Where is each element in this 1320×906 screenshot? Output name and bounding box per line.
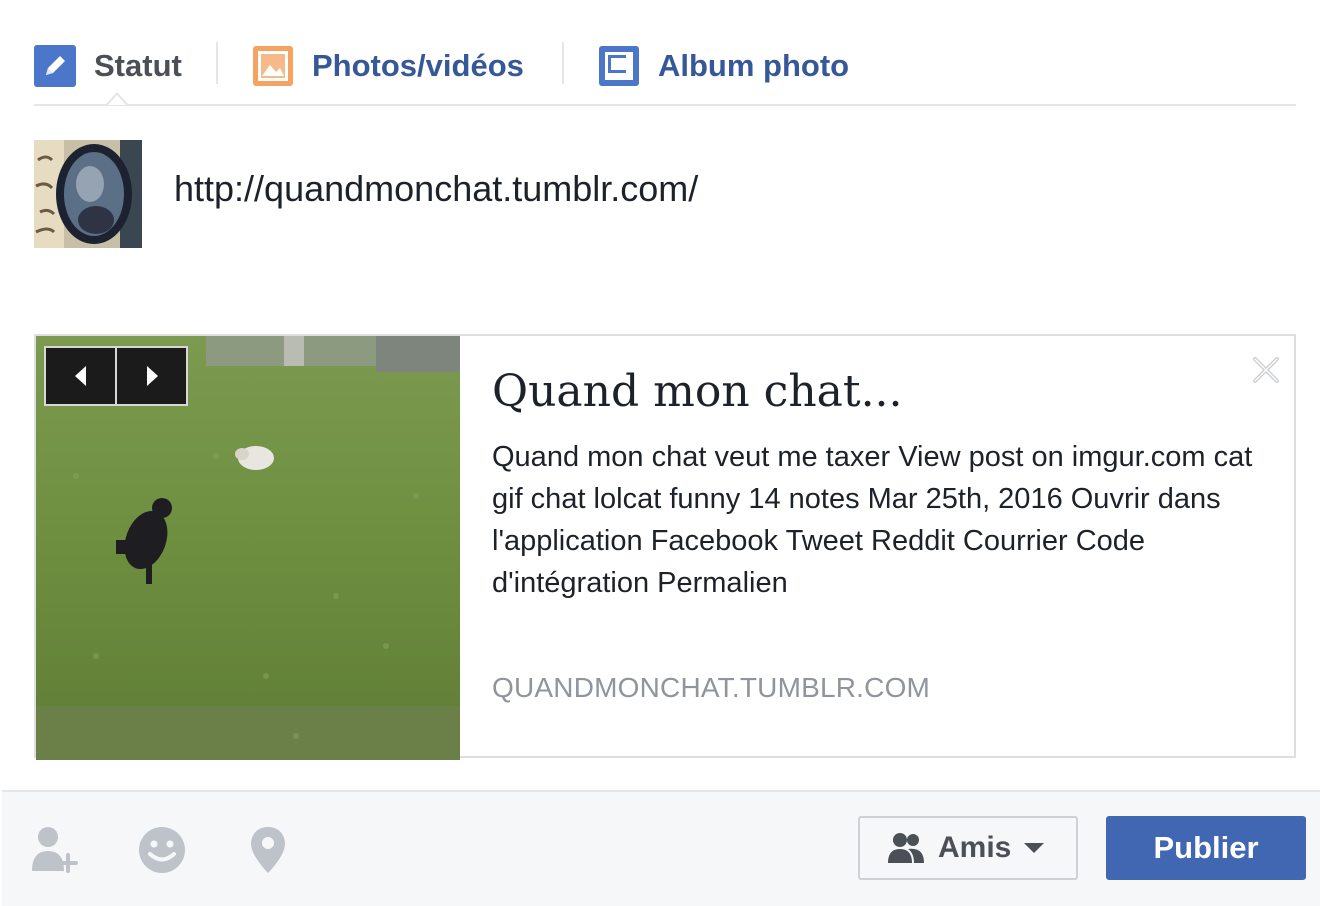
tag-friends-button[interactable] [28,822,84,878]
tab-photos-videos[interactable]: Photos/vidéos [252,40,524,92]
pencil-icon [34,45,76,87]
friends-icon [886,831,926,865]
close-icon [1253,357,1279,383]
prev-image-button[interactable] [46,348,115,404]
carousel-nav [44,346,188,406]
preview-domain: QUANDMONCHAT.TUMBLR.COM [492,672,931,703]
active-tab-caret [106,92,128,105]
next-image-button[interactable] [115,348,186,404]
tab-album-photo[interactable]: Album photo [598,40,849,92]
feeling-button[interactable] [134,822,190,878]
arrow-right-icon [146,366,158,386]
preview-title[interactable]: Quand mon chat... [492,366,903,417]
preview-image[interactable] [36,336,460,760]
add-person-icon [32,827,78,873]
tab-photos-label: Photos/vidéos [312,48,524,83]
tab-statut-label: Statut [94,48,182,83]
tab-album-label: Album photo [658,48,850,83]
composer-footer: Amis Publier [2,790,1320,906]
avatar[interactable] [34,140,142,248]
link-preview-card: Quand mon chat... Quand mon chat veut me… [34,334,1296,760]
check-in-button[interactable] [240,822,296,878]
smiley-icon [139,827,185,873]
publish-button[interactable]: Publier [1106,816,1306,880]
tab-divider [216,42,218,84]
audience-label: Amis [938,831,1012,864]
audience-selector[interactable]: Amis [858,816,1078,880]
tab-statut[interactable]: Statut [34,40,182,92]
preview-body: Quand mon chat... Quand mon chat veut me… [492,336,1294,756]
album-icon [598,45,640,87]
location-pin-icon [251,827,285,873]
remove-preview-button[interactable] [1248,352,1284,388]
arrow-left-icon [74,366,86,386]
composer-input[interactable]: http://quandmonchat.tumblr.com/ [174,168,698,210]
tab-divider [562,42,564,84]
composer-tabs: Statut Photos/vidéos Album photo [34,0,1296,106]
chevron-down-icon [1023,841,1045,855]
photo-icon [252,45,294,87]
preview-description: Quand mon chat veut me taxer View post o… [492,441,1253,599]
